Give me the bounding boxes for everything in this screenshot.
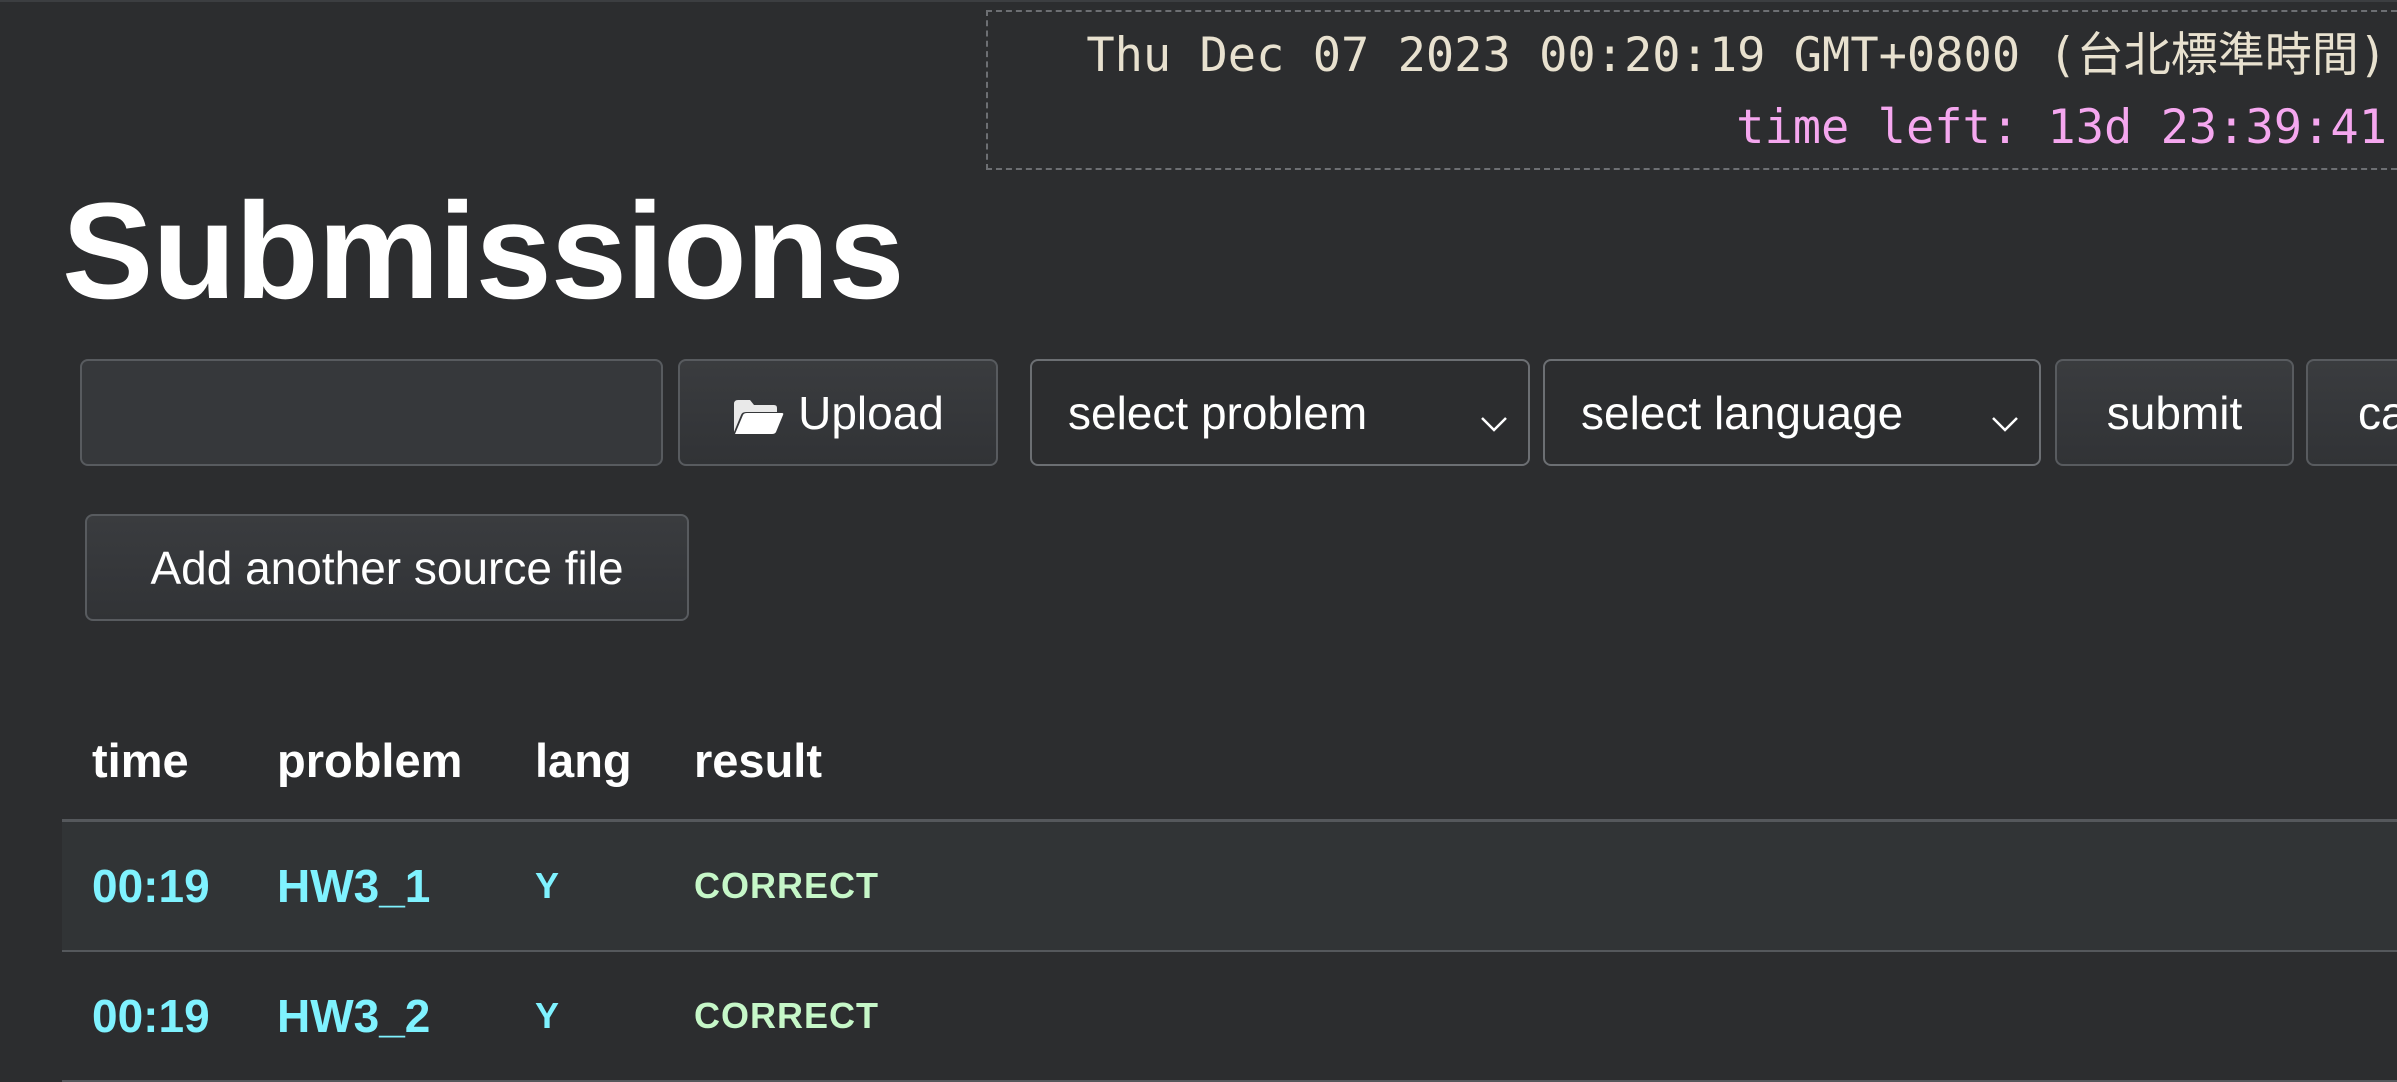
add-source-file-button[interactable]: Add another source file [85,514,689,621]
upload-button[interactable]: Upload [678,359,998,466]
header-lang: lang [505,702,664,822]
submission-time[interactable]: 00:19 [62,820,247,952]
problem-select-value: select problem [1068,386,1368,439]
submission-problem[interactable]: HW3_1 [247,820,505,952]
time-left: time left: 13d 23:39:41 [1736,100,2387,155]
page-title: Submissions [62,175,905,328]
source-file-input[interactable] [80,359,663,466]
contest-clock: Thu Dec 07 2023 00:20:19 GMT+0800 (台北標準時… [986,10,2397,170]
chevron-down-icon [1989,397,2021,432]
table-row[interactable]: 00:19 HW3_1 Y CORRECT [62,820,2397,952]
submit-button[interactable]: submit [2055,359,2294,466]
submission-result[interactable]: CORRECT [664,951,2397,1082]
cancel-button[interactable]: ca [2306,359,2397,466]
header-problem: problem [247,702,505,822]
submission-result[interactable]: CORRECT [664,820,2397,952]
table-row[interactable]: 00:19 HW3_2 Y CORRECT [62,951,2397,1082]
submission-time[interactable]: 00:19 [62,951,247,1082]
problem-select[interactable]: select problem [1030,359,1530,466]
upload-label: Upload [798,386,944,439]
language-select-value: select language [1581,386,1904,439]
add-source-label: Add another source file [150,541,624,594]
chevron-down-icon [1478,397,1510,432]
folder-icon [732,393,784,434]
submission-lang[interactable]: Y [505,820,664,952]
cancel-label: ca [2358,386,2397,439]
header-time: time [62,702,247,822]
table-header-row: time problem lang result [62,702,2397,822]
current-time: Thu Dec 07 2023 00:20:19 GMT+0800 (台北標準時… [1086,28,2387,83]
language-select[interactable]: select language [1543,359,2041,466]
submit-label: submit [2106,386,2243,439]
submission-problem[interactable]: HW3_2 [247,951,505,1082]
submissions-table: time problem lang result 00:19 HW3_1 Y C… [62,702,2397,1082]
header-result: result [664,702,2397,822]
submission-lang[interactable]: Y [505,951,664,1082]
